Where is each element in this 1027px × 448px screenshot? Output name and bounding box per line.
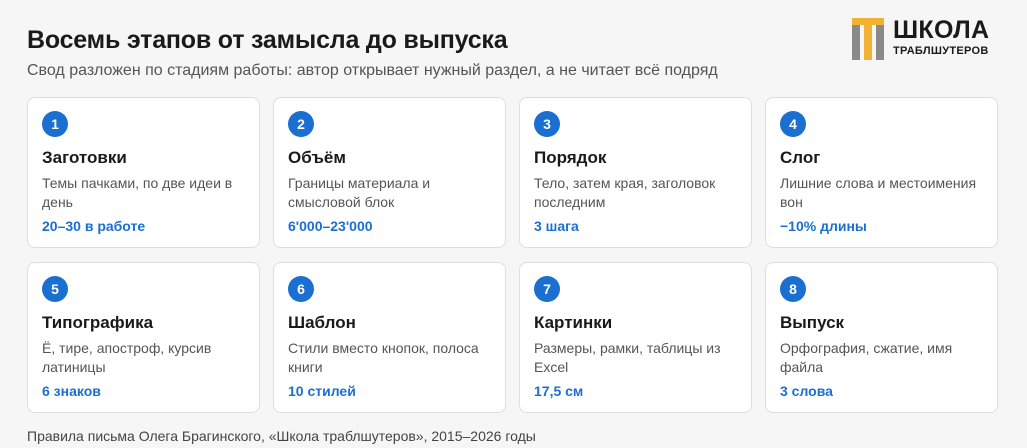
stage-stat: 10 стилей: [288, 383, 356, 399]
stage-title: Выпуск: [780, 313, 845, 332]
stages-grid: 1 Заготовки Темы пачками, по две идеи в …: [27, 97, 998, 413]
stage-stat: 17,5 см: [534, 383, 584, 399]
stage-number-badge: 1: [42, 111, 68, 137]
stage-number-badge: 7: [534, 276, 560, 302]
logo-main-text: ШКОЛА: [893, 16, 990, 44]
stage-description: Ё, тире, апостроф, курсив латиницы: [42, 340, 212, 375]
logo-mark-icon: [852, 18, 884, 60]
stage-card: 5 Типографика Ё, тире, апостроф, курсив …: [27, 262, 260, 413]
logo-text: ШКОЛА ТРАБЛШУТЕРОВ: [893, 18, 989, 57]
stage-title: Картинки: [534, 313, 613, 332]
stage-card: 1 Заготовки Темы пачками, по две идеи в …: [27, 97, 260, 248]
stage-stat: 20–30 в работе: [42, 218, 146, 234]
stage-title: Объём: [288, 148, 346, 167]
stage-stat: 3 шага: [534, 218, 579, 234]
stage-description: Тело, затем края, заголовок последним: [534, 175, 716, 210]
footer-caption: Правила письма Олега Брагинского, «Школа…: [27, 428, 536, 444]
stage-description: Стили вместо кнопок, полоса книги: [288, 340, 479, 375]
stage-title: Шаблон: [288, 313, 356, 332]
stage-description: Размеры, рамки, таблицы из Excel: [534, 340, 721, 375]
stage-number-badge: 3: [534, 111, 560, 137]
stage-description: Темы пачками, по две идеи в день: [42, 175, 233, 210]
stage-card: 4 Слог Лишние слова и местоимения вон −1…: [765, 97, 998, 248]
stage-card: 2 Объём Границы материала и смысловой бл…: [273, 97, 506, 248]
stage-title: Типографика: [42, 313, 154, 332]
stage-number-badge: 5: [42, 276, 68, 302]
stage-description: Границы материала и смысловой блок: [288, 175, 431, 210]
stage-card: 3 Порядок Тело, затем края, заголовок по…: [519, 97, 752, 248]
page-title: Восемь этапов от замысла до выпуска: [27, 26, 508, 54]
stage-description: Орфография, сжатие, имя файла: [780, 340, 953, 375]
stage-number-badge: 6: [288, 276, 314, 302]
stage-stat: 3 слова: [780, 383, 833, 399]
stage-card: 6 Шаблон Стили вместо кнопок, полоса кни…: [273, 262, 506, 413]
stage-number-badge: 2: [288, 111, 314, 137]
stage-stat: −10% длины: [780, 218, 867, 234]
logo: ШКОЛА ТРАБЛШУТЕРОВ: [851, 18, 989, 60]
stage-stat: 6 знаков: [42, 383, 101, 399]
stage-number-badge: 4: [780, 111, 806, 137]
infographic: Восемь этапов от замысла до выпуска Свод…: [0, 0, 1027, 448]
stage-card: 8 Выпуск Орфография, сжатие, имя файла 3…: [765, 262, 998, 413]
stage-card: 7 Картинки Размеры, рамки, таблицы из Ex…: [519, 262, 752, 413]
stage-description: Лишние слова и местоимения вон: [780, 175, 977, 210]
stage-title: Заготовки: [42, 148, 127, 167]
stage-title: Порядок: [534, 148, 607, 167]
logo-sub-text: ТРАБЛШУТЕРОВ: [893, 45, 989, 57]
stage-number-badge: 8: [780, 276, 806, 302]
page-subtitle: Свод разложен по стадиям работы: автор о…: [27, 62, 718, 79]
stage-stat: 6'000–23'000: [288, 218, 373, 234]
stage-title: Слог: [780, 148, 821, 167]
